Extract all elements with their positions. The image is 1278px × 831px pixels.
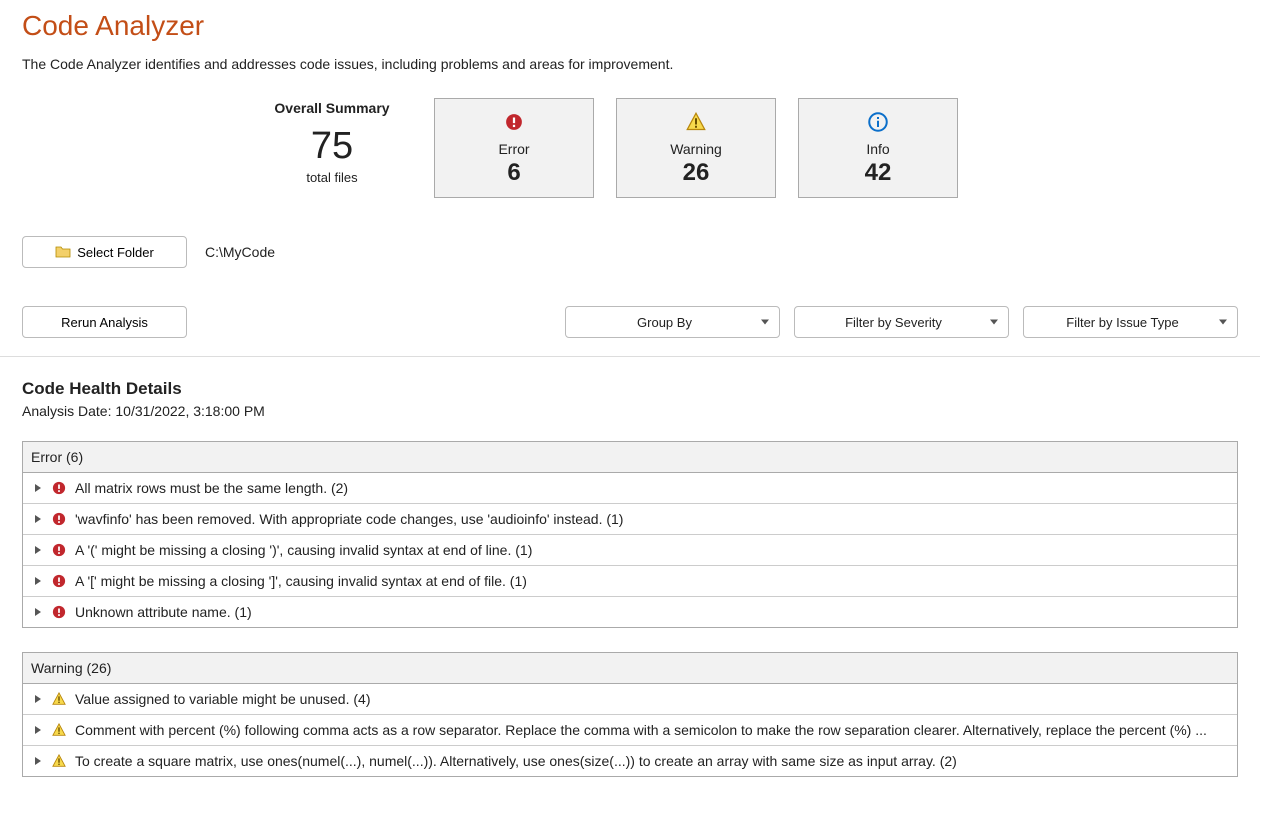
stat-card-warning-count: 26 — [625, 159, 767, 187]
controls-row: Rerun Analysis Group By Filter by Severi… — [22, 306, 1238, 338]
issue-row[interactable]: Comment with percent (%) following comma… — [23, 715, 1237, 746]
chevron-down-icon — [1219, 320, 1227, 325]
expand-icon — [35, 757, 41, 765]
expand-icon — [35, 515, 41, 523]
expand-icon — [35, 546, 41, 554]
page-subtitle: The Code Analyzer identifies and address… — [22, 56, 1238, 72]
folder-path: C:\MyCode — [205, 244, 275, 260]
error-icon — [443, 111, 585, 133]
section-divider — [0, 356, 1260, 357]
issue-group-header: Warning (26) — [23, 653, 1237, 684]
issue-text: Unknown attribute name. (1) — [75, 604, 252, 620]
expand-icon — [35, 484, 41, 492]
stat-card-error-label: Error — [443, 141, 585, 157]
stat-card-info-count: 42 — [807, 159, 949, 187]
filter-severity-label: Filter by Severity — [845, 315, 942, 330]
issue-text: Value assigned to variable might be unus… — [75, 691, 370, 707]
warning-icon — [51, 691, 67, 707]
group-by-label: Group By — [637, 315, 692, 330]
stat-card-info-label: Info — [807, 141, 949, 157]
select-folder-button[interactable]: Select Folder — [22, 236, 187, 268]
issue-group-header: Error (6) — [23, 442, 1237, 473]
issue-text: A '[' might be missing a closing ']', ca… — [75, 573, 527, 589]
summary-row: Overall Summary 75 total files Error 6 W… — [252, 98, 1238, 198]
error-icon — [51, 573, 67, 589]
expand-icon — [35, 577, 41, 585]
issue-row[interactable]: To create a square matrix, use ones(nume… — [23, 746, 1237, 776]
stat-card-error[interactable]: Error 6 — [434, 98, 594, 198]
issue-row[interactable]: All matrix rows must be the same length.… — [23, 473, 1237, 504]
filter-issue-type-label: Filter by Issue Type — [1066, 315, 1178, 330]
issue-row[interactable]: A '[' might be missing a closing ']', ca… — [23, 566, 1237, 597]
rerun-analysis-button[interactable]: Rerun Analysis — [22, 306, 187, 338]
group-by-dropdown[interactable]: Group By — [565, 306, 780, 338]
error-icon — [51, 542, 67, 558]
page-title: Code Analyzer — [22, 10, 1238, 42]
issue-row[interactable]: Value assigned to variable might be unus… — [23, 684, 1237, 715]
filter-severity-dropdown[interactable]: Filter by Severity — [794, 306, 1009, 338]
issue-row[interactable]: 'wavfinfo' has been removed. With approp… — [23, 504, 1237, 535]
summary-total-value: 75 — [252, 126, 412, 168]
error-icon — [51, 480, 67, 496]
issue-text: To create a square matrix, use ones(nume… — [75, 753, 957, 769]
chevron-down-icon — [990, 320, 998, 325]
stat-card-info[interactable]: Info 42 — [798, 98, 958, 198]
expand-icon — [35, 608, 41, 616]
error-icon — [51, 604, 67, 620]
folder-icon — [55, 244, 71, 261]
issue-group: Error (6) All matrix rows must be the sam… — [22, 441, 1238, 628]
stat-card-error-count: 6 — [443, 159, 585, 187]
issue-row[interactable]: A '(' might be missing a closing ')', ca… — [23, 535, 1237, 566]
warning-icon — [51, 753, 67, 769]
filter-issue-type-dropdown[interactable]: Filter by Issue Type — [1023, 306, 1238, 338]
issue-text: A '(' might be missing a closing ')', ca… — [75, 542, 532, 558]
stat-card-warning[interactable]: Warning 26 — [616, 98, 776, 198]
rerun-analysis-label: Rerun Analysis — [61, 315, 148, 330]
summary-overall-label: Overall Summary — [252, 100, 412, 116]
summary-total-label: total files — [252, 170, 412, 185]
info-icon — [807, 111, 949, 133]
warning-icon — [625, 111, 767, 133]
issue-text: 'wavfinfo' has been removed. With approp… — [75, 511, 623, 527]
expand-icon — [35, 726, 41, 734]
chevron-down-icon — [761, 320, 769, 325]
select-folder-label: Select Folder — [77, 245, 154, 260]
issue-text: Comment with percent (%) following comma… — [75, 722, 1207, 738]
issue-text: All matrix rows must be the same length.… — [75, 480, 348, 496]
warning-icon — [51, 722, 67, 738]
issue-row[interactable]: Unknown attribute name. (1) — [23, 597, 1237, 627]
summary-overall: Overall Summary 75 total files — [252, 98, 412, 198]
folder-row: Select Folder C:\MyCode — [22, 236, 1238, 268]
stat-card-warning-label: Warning — [625, 141, 767, 157]
issue-group: Warning (26) Value assigned to variable m… — [22, 652, 1238, 777]
expand-icon — [35, 695, 41, 703]
error-icon — [51, 511, 67, 527]
details-heading: Code Health Details — [22, 379, 1238, 399]
analysis-date: Analysis Date: 10/31/2022, 3:18:00 PM — [22, 403, 1238, 419]
